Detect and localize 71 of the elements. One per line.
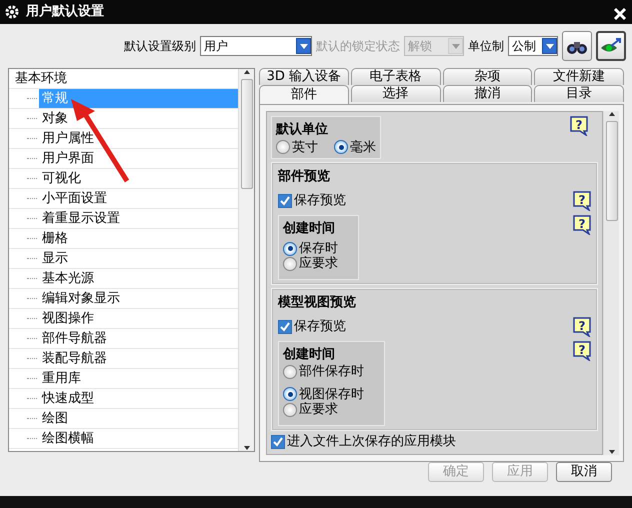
dropdown-arrow-icon bbox=[298, 42, 308, 50]
eye-button[interactable] bbox=[596, 31, 626, 61]
tree-item[interactable]: 编辑对象显示 bbox=[39, 289, 123, 308]
group-title: 创建时间 bbox=[283, 346, 336, 364]
binoculars-button[interactable] bbox=[562, 31, 592, 61]
section-title: 模型视图预览 bbox=[278, 294, 357, 312]
tab[interactable]: 杂项 bbox=[442, 68, 532, 85]
tree-item[interactable]: 基本环境 bbox=[12, 69, 70, 88]
tree-item[interactable]: 着重显示设置 bbox=[39, 209, 123, 228]
dropdown-arrow-icon bbox=[450, 42, 460, 50]
close-icon bbox=[612, 6, 628, 22]
scrollbar-thumb[interactable] bbox=[240, 79, 252, 189]
checkmark-icon bbox=[279, 321, 291, 332]
level-label: 默认设置级别 bbox=[124, 38, 196, 55]
open-last-module-checkbox[interactable]: 进入文件上次保存的应用模块 bbox=[271, 434, 456, 450]
creation-time-radio[interactable]: 保存时 bbox=[283, 240, 338, 256]
level-dropdown[interactable]: 用户 bbox=[200, 36, 312, 56]
tree-item[interactable]: 用户属性 bbox=[39, 129, 97, 148]
tree-item[interactable]: 重用库 bbox=[39, 369, 84, 388]
creation-time-radio[interactable]: 应要求 bbox=[283, 256, 338, 272]
checkmark-icon bbox=[272, 436, 284, 448]
scroll-down-icon bbox=[242, 445, 250, 451]
tree-item[interactable]: 基本光源 bbox=[39, 269, 97, 288]
unit-radio[interactable]: 毫米 bbox=[334, 140, 376, 156]
scrollbar-thumb[interactable] bbox=[606, 121, 618, 221]
checkmark-icon bbox=[279, 195, 291, 206]
creation-time-radio[interactable]: 应要求 bbox=[283, 402, 338, 418]
scroll-down-icon bbox=[608, 448, 616, 455]
tree-item[interactable]: 对象 bbox=[39, 109, 71, 128]
tab[interactable]: 部件 bbox=[259, 85, 349, 104]
unit-dropdown[interactable]: 公制 bbox=[508, 36, 558, 56]
scrollbar[interactable] bbox=[603, 111, 619, 455]
tree-item[interactable]: 绘图 bbox=[39, 409, 71, 428]
tree-item[interactable]: 快速成型 bbox=[39, 389, 97, 408]
save-preview-checkbox[interactable]: 保存预览 bbox=[278, 192, 346, 208]
tree-item[interactable]: 装配导航器 bbox=[39, 349, 110, 368]
group-title: 创建时间 bbox=[283, 220, 336, 238]
tab[interactable]: 撤消 bbox=[442, 85, 532, 102]
save-preview-checkbox[interactable]: 保存预览 bbox=[278, 318, 346, 334]
creation-time-radio[interactable]: 视图保存时 bbox=[283, 386, 364, 402]
section-title: 部件预览 bbox=[278, 168, 331, 186]
tree-item[interactable]: 可视化 bbox=[39, 169, 84, 188]
gear-icon bbox=[4, 4, 20, 20]
dialog-button[interactable]: 取消 bbox=[556, 462, 612, 482]
tree-item[interactable]: 部件导航器 bbox=[39, 329, 110, 348]
help-icon: ? bbox=[573, 214, 591, 235]
creation-time-radio[interactable]: 部件保存时 bbox=[283, 364, 364, 380]
tab[interactable]: 电子表格 bbox=[350, 68, 440, 85]
tree-item[interactable]: 视图操作 bbox=[39, 309, 97, 328]
tree-item[interactable]: 小平面设置 bbox=[39, 189, 110, 208]
unit-label: 单位制 bbox=[468, 38, 504, 55]
tab[interactable]: 文件新建 bbox=[534, 68, 624, 85]
tab[interactable]: 选择 bbox=[350, 85, 440, 102]
scroll-up-icon bbox=[608, 111, 616, 117]
window-title: 用户默认设置 bbox=[26, 2, 104, 22]
unit-radio[interactable]: 英寸 bbox=[276, 140, 318, 156]
lock-state-label: 默认的锁定状态 bbox=[316, 38, 400, 55]
tree-item[interactable]: 显示 bbox=[39, 249, 71, 268]
tree-item[interactable]: 用户界面 bbox=[39, 149, 97, 168]
tab[interactable]: 3D 输入设备 bbox=[259, 68, 349, 85]
scrollbar[interactable] bbox=[238, 69, 254, 451]
help-icon: ? bbox=[573, 190, 591, 211]
help-icon: ? bbox=[570, 116, 588, 136]
tab[interactable]: 目录 bbox=[534, 85, 624, 102]
dropdown-arrow-icon bbox=[544, 42, 554, 50]
help-icon: ? bbox=[573, 340, 591, 361]
tree-item[interactable]: 栅格 bbox=[39, 229, 71, 248]
tree-item[interactable]: 绘图横幅 bbox=[39, 429, 97, 448]
scroll-up-icon bbox=[242, 69, 250, 75]
help-icon: ? bbox=[573, 316, 591, 337]
group-title: 默认单位 bbox=[276, 121, 329, 139]
